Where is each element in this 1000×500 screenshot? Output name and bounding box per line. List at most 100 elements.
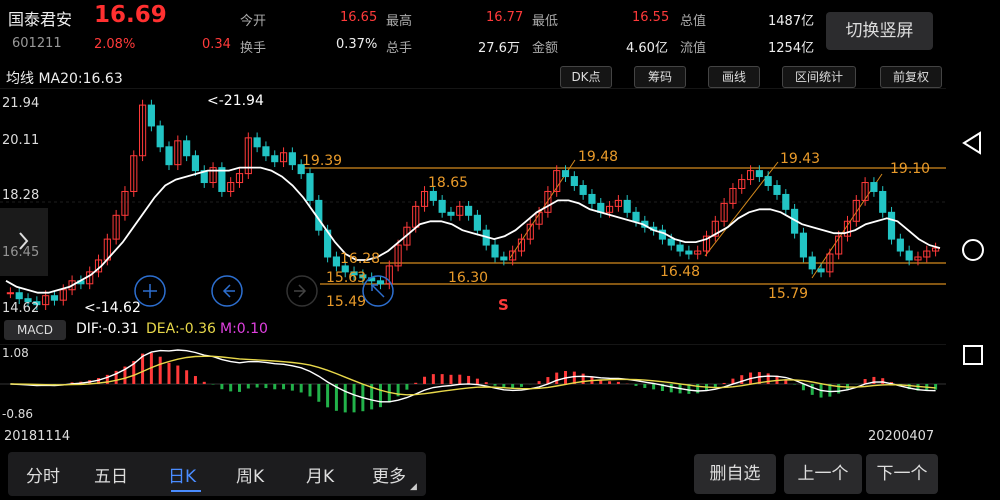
switch-portrait-button[interactable]: 切换竖屏 — [826, 12, 933, 50]
dif-line — [10, 349, 936, 403]
candle-body — [15, 292, 23, 300]
kline-chart[interactable]: 21.94 20.11 18.28 16.45 14.62 <-21.94 <-… — [0, 88, 946, 318]
forward-adjust-button[interactable]: 前复权 — [880, 66, 942, 88]
back-icon[interactable] — [958, 128, 988, 158]
macd-dea: DEA:-0.36 — [146, 321, 216, 337]
candle-body — [632, 211, 640, 222]
candle-body — [623, 199, 631, 213]
stock-name: 国泰君安 — [8, 10, 73, 29]
candle-body — [879, 190, 887, 213]
annotation-label: 15.49 — [326, 294, 366, 310]
candle-body — [438, 199, 446, 213]
candle-body — [773, 185, 781, 195]
candle-body — [676, 244, 684, 252]
candle-body — [376, 280, 385, 285]
high-marker: <-21.94 — [207, 93, 264, 109]
candle-body — [262, 146, 270, 157]
change-value: 0.34 — [202, 37, 231, 52]
candle-body — [870, 182, 878, 192]
more-dropdown-icon: ◢ — [410, 482, 417, 492]
candle-body — [447, 211, 455, 216]
candle-body — [570, 176, 578, 187]
candle-body — [755, 170, 763, 178]
candle-body — [685, 250, 693, 255]
quote-header: 国泰君安 16.69 601211 2.08% 0.34 今开 16.65 最高… — [0, 0, 946, 60]
next-stock-button[interactable]: 下一个 — [866, 454, 938, 494]
market-cap-label: 总值 — [680, 14, 707, 29]
market-cap-value: 1487亿 — [768, 14, 815, 29]
candle-body — [887, 211, 896, 240]
tab-daily-k[interactable]: 日K — [168, 462, 196, 487]
ma-indicator: 均线 MA20:16.63 — [6, 68, 123, 88]
macd-header: MACD DIF:-0.31 DEA:-0.36 M:0.10 — [0, 318, 946, 344]
ma20-value: MA20:16.63 — [38, 71, 123, 87]
period-tabs: 分时 五日 日K 周K 月K 更多 ◢ — [8, 452, 426, 496]
active-tab-indicator — [171, 490, 201, 492]
annotation-label: 19.48 — [578, 149, 618, 165]
chips-button[interactable]: 筹码 — [634, 66, 686, 88]
volume-label: 总手 — [386, 41, 413, 56]
candle-body — [799, 232, 808, 258]
candle-body — [429, 190, 437, 201]
candle-body — [165, 146, 173, 166]
candle-body — [491, 244, 499, 258]
tab-more[interactable]: 更多 — [372, 462, 406, 487]
end-date: 20200407 — [868, 429, 935, 444]
annotation-label: 15.63 — [326, 270, 366, 286]
expand-left-icon[interactable] — [0, 208, 48, 276]
remove-watchlist-button[interactable]: 删自选 — [694, 454, 776, 494]
low-label: 最低 — [532, 14, 559, 29]
tab-intraday[interactable]: 分时 — [26, 462, 60, 487]
candle-body — [271, 155, 279, 163]
candle-body — [306, 173, 314, 201]
amount-label: 金额 — [532, 41, 559, 56]
candle-body — [465, 205, 473, 216]
annotation-label: 15.79 — [768, 286, 808, 302]
scroll-left-icon[interactable] — [211, 275, 243, 307]
float-cap-label: 流值 — [680, 41, 707, 56]
dk-point-button[interactable]: DK点 — [560, 66, 612, 88]
candle-body — [191, 155, 200, 172]
tab-monthly-k[interactable]: 月K — [306, 462, 334, 487]
previous-stock-button[interactable]: 上一个 — [784, 454, 862, 494]
macd-histogram — [17, 352, 938, 413]
candle-body — [332, 256, 341, 267]
volume-value: 27.6万 — [478, 41, 520, 56]
dea-line — [10, 355, 936, 396]
macd-axis-bottom: -0.86 — [2, 407, 33, 421]
candle-body — [156, 125, 164, 148]
home-icon[interactable] — [958, 235, 988, 265]
annotation-label: 19.39 — [302, 153, 342, 169]
tab-five-day[interactable]: 五日 — [94, 462, 128, 487]
macd-chart[interactable]: 1.08 -0.86 — [0, 344, 946, 426]
high-value: 16.77 — [486, 10, 524, 25]
low-value: 16.55 — [632, 10, 670, 25]
candle-body — [808, 256, 816, 270]
candle-body — [50, 295, 59, 301]
candle-body — [288, 152, 296, 166]
annotation-label: 16.48 — [660, 264, 700, 280]
candle-body — [896, 238, 904, 252]
candle-body — [905, 250, 913, 261]
turnover-value: 0.37% — [336, 37, 378, 52]
macd-button[interactable]: MACD — [4, 320, 66, 340]
candle-body — [667, 238, 675, 246]
tab-weekly-k[interactable]: 周K — [236, 462, 264, 487]
annotation-label: 19.10 — [890, 161, 930, 177]
recents-icon[interactable] — [958, 340, 988, 370]
scroll-right-icon[interactable] — [286, 275, 318, 307]
annotation-label: 16.30 — [448, 270, 488, 286]
amount-value: 4.60亿 — [626, 41, 668, 56]
candle-body — [500, 256, 508, 261]
price-axis-3: 18.28 — [2, 188, 39, 203]
system-nav-bar — [946, 0, 1000, 500]
macd-dif: DIF:-0.31 — [76, 321, 139, 337]
ma-label: 均线 — [6, 71, 34, 87]
candle-body — [817, 268, 825, 273]
candle-body — [782, 193, 790, 210]
range-stats-button[interactable]: 区间统计 — [782, 66, 856, 88]
zoom-in-icon[interactable] — [134, 275, 166, 307]
draw-line-button[interactable]: 画线 — [708, 66, 760, 88]
candle-body — [6, 292, 14, 295]
macd-axis-top: 1.08 — [2, 346, 29, 360]
